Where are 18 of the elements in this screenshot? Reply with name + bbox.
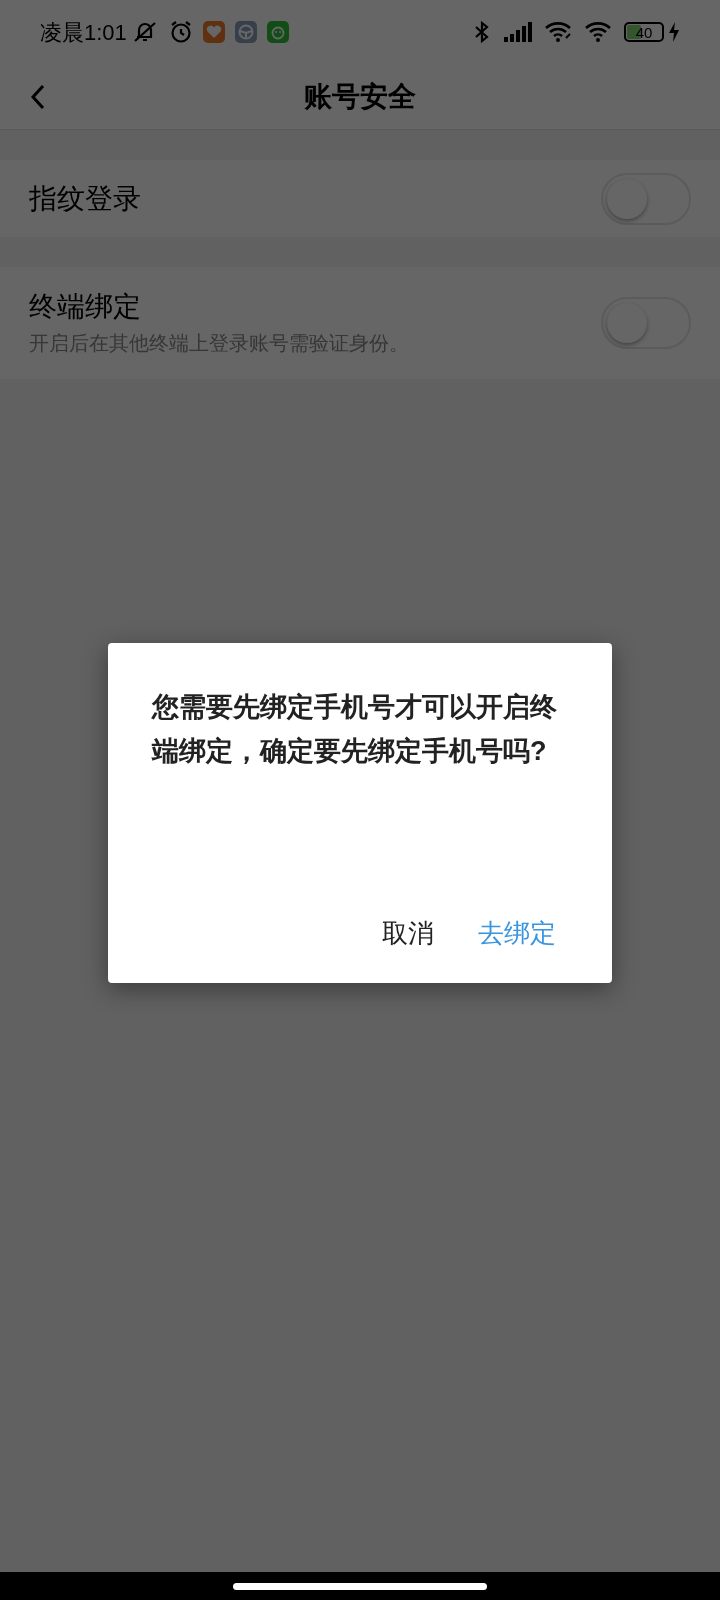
- wifi-icon: [544, 20, 574, 44]
- toggle-switch[interactable]: [601, 297, 691, 349]
- setting-label: 终端绑定: [29, 289, 142, 324]
- setting-label: 指纹登录: [29, 182, 142, 216]
- clock: 凌晨1:01: [40, 18, 127, 47]
- page-title: 账号安全: [304, 79, 416, 114]
- signal-icon: [504, 22, 534, 42]
- dialog-message: 您需要先绑定手机号才可以开启终端绑定，确定要先绑定手机号吗?: [152, 691, 558, 768]
- cancel-button[interactable]: 取消: [370, 904, 446, 963]
- battery-percentage: 40: [635, 24, 653, 40]
- home-indicator[interactable]: [233, 1582, 487, 1590]
- robot-app-icon: [266, 21, 289, 43]
- heart-app-icon: [202, 21, 225, 43]
- charging-icon: [668, 22, 680, 42]
- steering-wheel-app-icon: [234, 21, 257, 43]
- alarm-clock-icon: [168, 20, 193, 44]
- toggle-switch[interactable]: [601, 172, 691, 225]
- back-icon: [30, 84, 46, 110]
